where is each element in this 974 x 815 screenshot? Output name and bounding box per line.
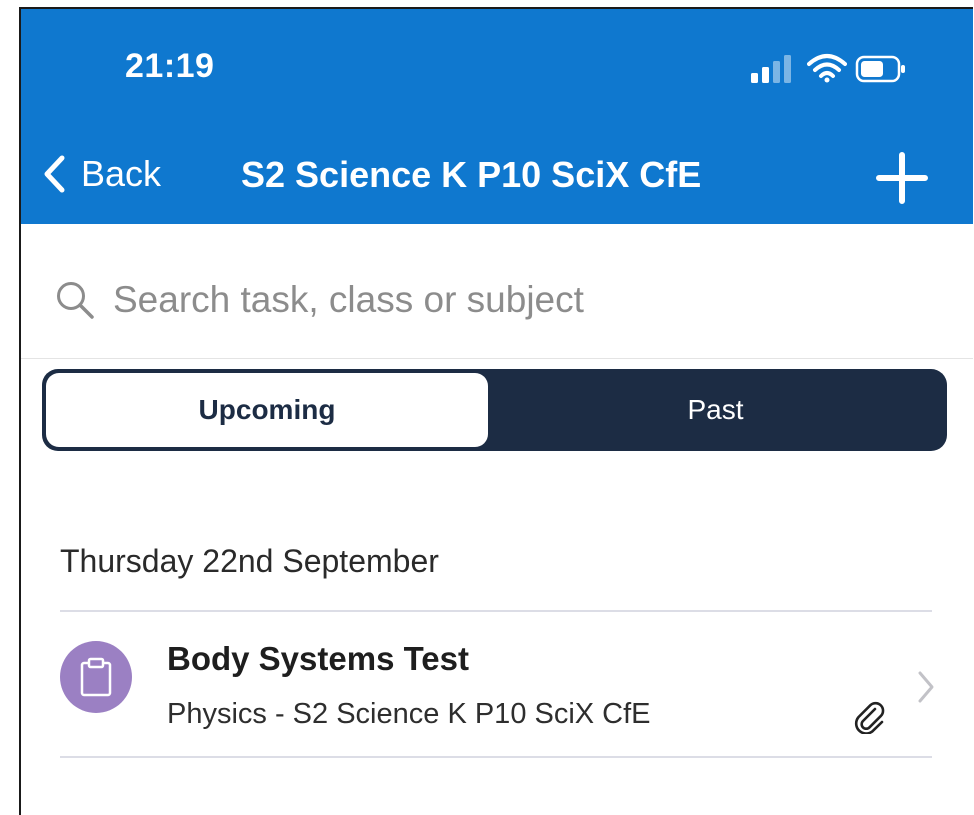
status-icons (749, 53, 909, 83)
wifi-icon (807, 54, 847, 83)
date-heading: Thursday 22nd September (60, 543, 439, 579)
plus-icon[interactable] (875, 151, 929, 205)
paperclip-icon (854, 701, 885, 734)
header-bar: 21:19 Back S2 Science K P10 SciX CfE (21, 9, 973, 224)
status-time: 21:19 (125, 47, 215, 85)
segmented-control: Upcoming Past (42, 369, 947, 451)
back-label: Back (81, 153, 162, 194)
tab-past[interactable]: Past (488, 373, 943, 447)
battery-icon (855, 55, 905, 83)
divider (60, 756, 932, 758)
task-row[interactable]: Body Systems Test Physics - S2 Science K… (21, 612, 973, 758)
back-button[interactable]: Back (41, 149, 161, 199)
chevron-left-icon (44, 155, 65, 193)
tab-upcoming[interactable]: Upcoming (46, 373, 488, 447)
clipboard-icon (80, 657, 112, 697)
app-screen: 21:19 Back S2 Science K P10 SciX CfE Sea… (19, 7, 973, 815)
task-type-badge (60, 641, 132, 713)
search-icon (57, 282, 94, 319)
task-subtitle: Physics - S2 Science K P10 SciX CfE (167, 698, 651, 730)
signal-icon (751, 55, 791, 83)
page-title: S2 Science K P10 SciX CfE (241, 154, 702, 195)
search-bar (21, 224, 973, 359)
search-input[interactable] (113, 272, 913, 328)
task-title: Body Systems Test (167, 640, 469, 677)
chevron-right-icon (918, 671, 934, 703)
